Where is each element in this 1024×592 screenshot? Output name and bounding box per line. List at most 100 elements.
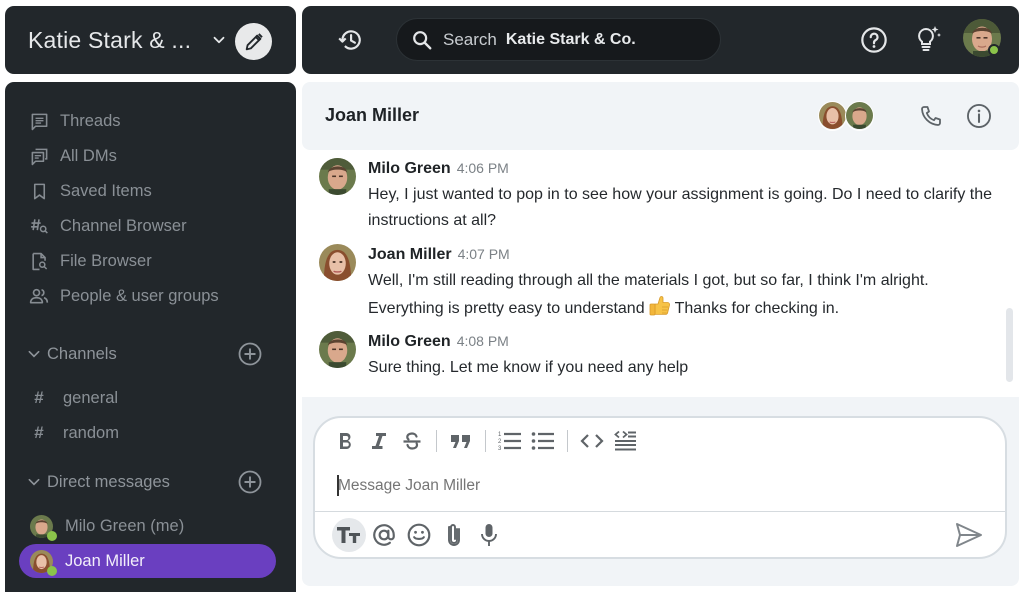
tips-button[interactable] [912,23,944,55]
emoji-icon [406,522,432,548]
call-button[interactable] [919,104,943,128]
avatar [845,101,874,131]
avatar[interactable] [319,244,356,281]
bulleted-list-button[interactable] [531,429,555,453]
message-text: Hey, I just wanted to pop in to see how … [368,186,993,229]
composer-divider [315,511,1005,512]
add-dm-button[interactable] [238,470,262,494]
participants-avatars[interactable] [818,101,878,131]
italic-button[interactable] [367,429,391,453]
message-header: Milo Green 4:08 PM [368,333,509,351]
bulleted-list-icon [531,430,555,452]
code-button[interactable] [580,429,604,453]
text-format-icon [336,524,362,546]
compose-button[interactable] [235,23,272,60]
sidebar-item-people[interactable]: People & user groups [5,281,296,311]
thumbs-up-emoji-icon [648,294,672,318]
bold-button[interactable] [334,429,358,453]
sidebar-item-label: People & user groups [60,286,219,305]
message-timestamp: 4:08 PM [456,333,509,349]
message-author[interactable]: Milo Green [368,160,451,177]
online-status-indicator [988,44,1000,56]
sidebar-dm-joan-miller[interactable]: Joan Miller [19,544,276,578]
sidebar: Threads All DMs Saved Items Channel Brow… [5,82,296,592]
message-list-scrollbar[interactable] [1006,308,1013,382]
channels-section-label: Channels [47,344,117,363]
online-status-indicator [47,565,57,576]
sidebar-item-file-browser[interactable]: File Browser [5,246,296,276]
ordered-list-button[interactable]: 123 [498,429,522,453]
message-input[interactable] [338,474,978,498]
message-text-part: Thanks for checking in. [674,300,840,317]
file-browser-icon [29,251,49,271]
strikethrough-icon [402,431,422,451]
microphone-icon [478,522,500,548]
bookmark-icon [29,181,49,201]
format-toolbar: 123 [334,428,646,454]
message-text: Well, I'm still reading through all the … [368,268,998,322]
emoji-button[interactable] [402,518,436,552]
help-button[interactable] [860,26,888,54]
avatar [818,101,847,131]
sidebar-item-saved-items[interactable]: Saved Items [5,176,296,206]
chat-title: Joan Miller [325,105,420,125]
online-status-indicator [47,530,57,541]
toolbar-divider [567,430,568,452]
sidebar-item-all-dms[interactable]: All DMs [5,141,296,171]
search-input[interactable]: Search Katie Stark & Co. [396,18,721,61]
chevron-down-icon[interactable] [26,346,42,362]
mention-button[interactable] [367,518,401,552]
sidebar-item-threads[interactable]: Threads [5,106,296,136]
send-button[interactable] [955,522,983,548]
people-icon [29,286,49,306]
sidebar-dm-milo-green[interactable]: Milo Green (me) [19,509,276,543]
chevron-down-icon[interactable] [26,474,42,490]
composer-area: 123 [302,397,1019,586]
add-channel-button[interactable] [238,342,262,366]
composer-toolbar [332,517,507,553]
sidebar-item-label: File Browser [60,251,152,270]
svg-text:1: 1 [498,432,502,438]
dm-label: Milo Green (me) [65,516,185,535]
history-button[interactable] [336,26,364,54]
mention-icon [371,522,397,548]
message-item[interactable]: Milo Green 4:06 PM Hey, I just wanted to … [302,150,1002,235]
avatar[interactable] [319,158,356,195]
message-author[interactable]: Joan Miller [368,246,452,263]
avatar[interactable] [319,331,356,368]
sidebar-item-label: Saved Items [60,181,152,200]
message-timestamp: 4:06 PM [456,160,509,176]
microphone-button[interactable] [472,518,506,552]
info-button[interactable] [966,103,992,129]
sidebar-channel-random[interactable]: # random [5,418,296,448]
svg-text:2: 2 [498,439,502,445]
message-item[interactable]: Milo Green 4:08 PM Sure thing. Let me kno… [302,323,1002,395]
sidebar-item-channel-browser[interactable]: Channel Browser [5,211,296,241]
lightbulb-sparkle-icon [912,23,944,55]
channels-section-header[interactable]: Channels [5,339,296,369]
top-bar: Search Katie Stark & Co. [302,6,1019,74]
message-author[interactable]: Milo Green [368,333,451,350]
strikethrough-button[interactable] [400,429,424,453]
phone-icon [919,104,943,128]
workspace-title[interactable]: Katie Stark & ... [28,27,191,54]
quote-button[interactable] [449,429,473,453]
sidebar-item-label: Threads [60,111,121,130]
dm-section-header[interactable]: Direct messages [5,467,296,497]
message-composer: 123 [313,416,1007,559]
chat-header: Joan Miller [302,82,1019,150]
paperclip-icon [443,522,465,548]
sidebar-channel-general[interactable]: # general [5,383,296,413]
message-header: Milo Green 4:06 PM [368,160,509,178]
message-item[interactable]: Joan Miller 4:07 PM Well, I'm still readi… [302,236,1002,324]
italic-icon [370,431,388,451]
attach-button[interactable] [437,518,471,552]
code-block-button[interactable] [613,429,637,453]
ordered-list-icon: 123 [498,430,522,452]
hash-icon: # [34,423,44,442]
chevron-down-icon[interactable] [210,31,228,49]
text-format-button[interactable] [332,518,366,552]
hash-icon: # [34,388,44,407]
help-circle-icon [860,26,888,54]
workspace-header[interactable]: Katie Stark & ... [5,6,296,74]
